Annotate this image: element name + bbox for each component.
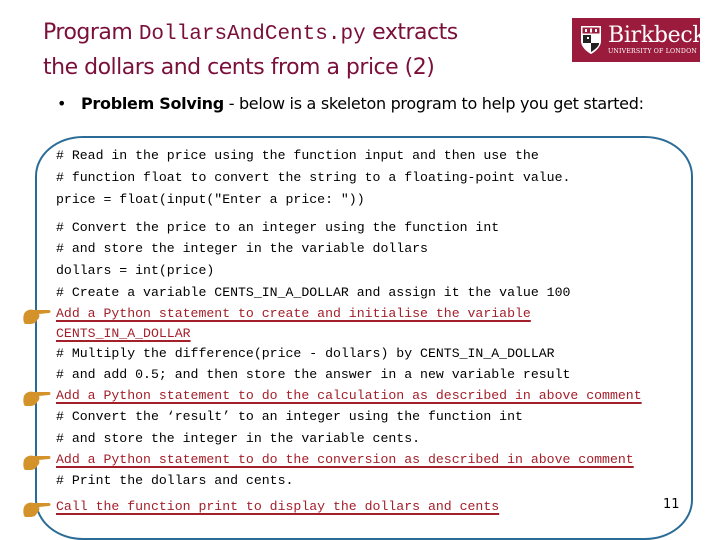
task-instruction-line: Call the function print to display the d… xyxy=(23,498,500,517)
logo-subtitle: UNIVERSITY OF LONDON xyxy=(608,47,697,55)
task-instruction-line: CENTS_IN_A_DOLLAR xyxy=(56,325,191,343)
code-line-text: Call the function print to display the d… xyxy=(56,499,500,514)
title-suffix: extracts xyxy=(365,20,458,45)
task-instruction-line: Add a Python statement to do the calcula… xyxy=(23,387,642,406)
bullet-marker: • xyxy=(57,94,67,113)
code-comment-line: # Print the dollars and cents. xyxy=(56,472,293,490)
code-line-text: Add a Python statement to do the calcula… xyxy=(56,388,642,403)
page-number: 11 xyxy=(663,497,680,512)
bullet-text: Problem Solving - below is a skeleton pr… xyxy=(81,92,697,116)
task-instruction-line: Add a Python statement to create and ini… xyxy=(23,305,531,324)
code-statement-line: dollars = int(price) xyxy=(56,262,214,280)
code-line-text: # and store the integer in the variable … xyxy=(56,241,428,256)
bullet-rest: - below is a skeleton program to help yo… xyxy=(223,94,644,113)
slide-title: Program DollarsAndCents.py extracts the … xyxy=(43,16,563,84)
birkbeck-logo: Birkbeck UNIVERSITY OF LONDON xyxy=(572,18,706,62)
code-line-text: # and add 0.5; and then store the answer… xyxy=(56,367,571,382)
code-line-text: # Convert the price to an integer using … xyxy=(56,220,500,235)
code-line-text: # Convert the ‘result’ to an integer usi… xyxy=(56,409,523,424)
pointing-hand-icon xyxy=(22,499,52,519)
code-line-text: Add a Python statement to do the convers… xyxy=(56,452,634,467)
code-line-text: price = float(input("Enter a price: ")) xyxy=(56,192,365,207)
pointing-hand-icon xyxy=(22,452,52,472)
code-line-text: # Print the dollars and cents. xyxy=(56,473,294,488)
logo-name: Birkbeck xyxy=(608,22,706,48)
task-instruction-line: Add a Python statement to do the convers… xyxy=(23,451,634,470)
code-line-text: # function float to convert the string t… xyxy=(56,170,571,185)
code-line-text: # Read in the price using the function i… xyxy=(56,148,539,163)
title-line-1: Program DollarsAndCents.py extracts xyxy=(43,16,563,51)
code-comment-line: # Multiply the difference(price - dollar… xyxy=(56,345,555,363)
code-comment-line: # and store the integer in the variable … xyxy=(56,430,420,448)
title-filename: DollarsAndCents.py xyxy=(138,23,366,46)
code-line-text: Add a Python statement to create and ini… xyxy=(56,306,531,321)
bullet-bold: Problem Solving xyxy=(81,94,224,113)
code-line-text: dollars = int(price) xyxy=(56,263,215,278)
pointing-hand-icon xyxy=(22,388,52,408)
title-line-2: the dollars and cents from a price (2) xyxy=(43,55,435,80)
code-comment-line: # and add 0.5; and then store the answer… xyxy=(56,366,570,384)
code-line-text: # and store the integer in the variable … xyxy=(56,431,421,446)
code-line-text: CENTS_IN_A_DOLLAR xyxy=(56,326,191,341)
code-line-text: # Create a variable CENTS_IN_A_DOLLAR an… xyxy=(56,285,571,300)
pointing-hand-icon xyxy=(22,306,52,326)
code-comment-line: # Create a variable CENTS_IN_A_DOLLAR an… xyxy=(56,284,570,302)
code-statement-line: price = float(input("Enter a price: ")) xyxy=(56,191,365,209)
code-comment-line: # Convert the price to an integer using … xyxy=(56,219,499,237)
code-comment-line: # Convert the ‘result’ to an integer usi… xyxy=(56,408,523,426)
code-line-text: # Multiply the difference(price - dollar… xyxy=(56,346,555,361)
problem-solving-bullet: • Problem Solving - below is a skeleton … xyxy=(57,92,697,116)
code-comment-line: # function float to convert the string t… xyxy=(56,169,570,187)
code-comment-line: # Read in the price using the function i… xyxy=(56,147,539,165)
title-prefix: Program xyxy=(43,20,139,45)
crest-icon xyxy=(580,25,602,55)
code-comment-line: # and store the integer in the variable … xyxy=(56,240,428,258)
